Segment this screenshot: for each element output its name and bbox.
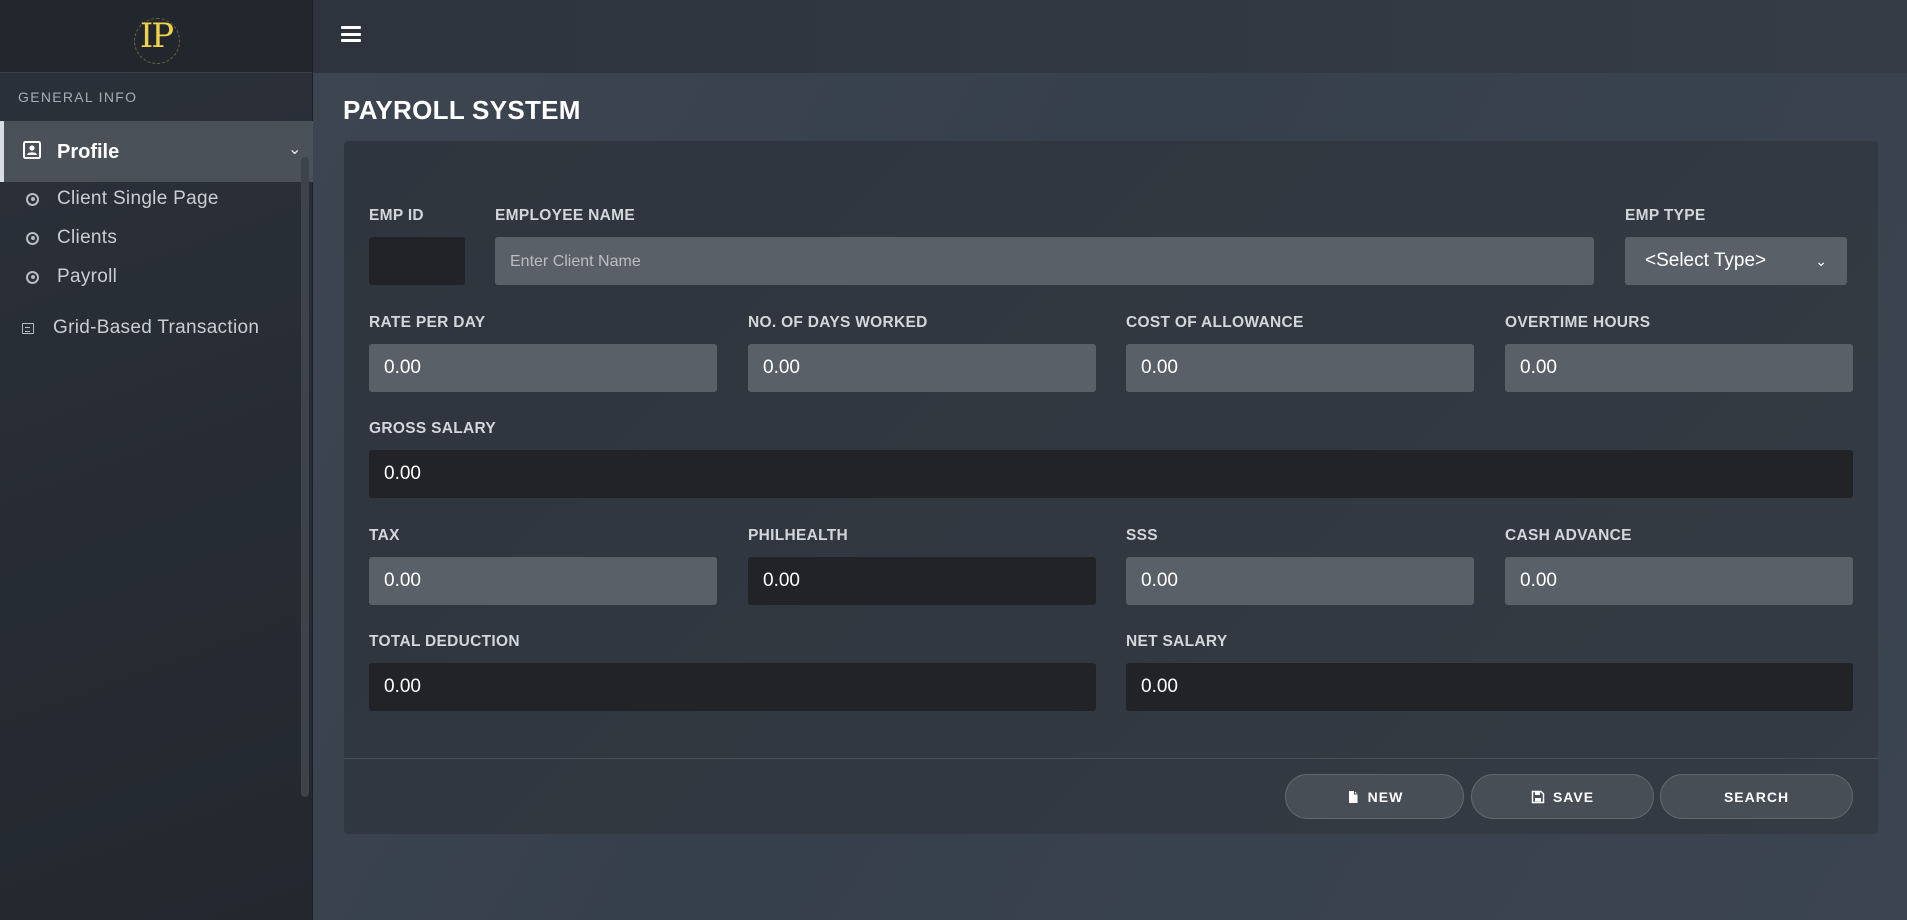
save-button[interactable]: SAVE [1471, 774, 1654, 819]
days-worked-field[interactable] [748, 344, 1096, 392]
cash-advance-field[interactable] [1505, 557, 1853, 605]
philhealth-label: PHILHEALTH [748, 527, 849, 544]
days-worked-label: NO. OF DAYS WORKED [748, 314, 928, 331]
new-button[interactable]: NEW [1285, 774, 1464, 819]
divider [344, 758, 1878, 759]
gross-salary-label: GROSS SALARY [369, 420, 497, 437]
employee-name-field[interactable] [495, 237, 1594, 285]
sss-field[interactable] [1126, 557, 1474, 605]
section-title: GENERAL INFO [18, 89, 138, 105]
total-deduction-label: TOTAL DEDUCTION [369, 633, 520, 650]
logo[interactable]: IP [133, 16, 181, 64]
employee-name-label: EMPLOYEE NAME [495, 207, 635, 224]
cost-of-allowance-field[interactable] [1126, 344, 1474, 392]
tax-field[interactable] [369, 557, 717, 605]
radio-dot-icon [26, 270, 39, 284]
radio-dot-icon [26, 192, 39, 206]
grid-icon [22, 323, 34, 334]
profile-card-icon [23, 141, 41, 159]
sidebar-item-label: Profile [57, 141, 120, 163]
net-salary-label: NET SALARY [1126, 633, 1228, 650]
floppy-disk-icon [1531, 790, 1545, 803]
hamburger-icon[interactable] [341, 26, 361, 42]
search-button[interactable]: SEARCH [1660, 774, 1853, 819]
chevron-down-icon: ⌄ [1815, 252, 1827, 269]
sidebar-item-label: Clients [57, 227, 118, 248]
sss-label: SSS [1126, 527, 1158, 544]
emp-id-field[interactable] [369, 237, 465, 285]
sidebar-item-payroll[interactable]: Payroll [0, 258, 300, 296]
emp-type-label: EMP TYPE [1625, 207, 1706, 224]
search-button-label: SEARCH [1723, 788, 1790, 805]
brand: IP [0, 0, 312, 73]
payroll-form-card: EMP ID EMPLOYEE NAME EMP TYPE <Select Ty… [344, 141, 1878, 834]
cash-advance-label: CASH ADVANCE [1505, 527, 1632, 544]
sidebar-item-profile[interactable]: Profile ⌄ [0, 121, 313, 182]
overtime-hours-field[interactable] [1505, 344, 1853, 392]
tax-label: TAX [369, 527, 400, 544]
page-title: PAYROLL SYSTEM [343, 95, 581, 125]
chevron-down-icon[interactable]: ⌄ [288, 139, 301, 159]
sidebar-item-client-single-page[interactable]: Client Single Page [0, 180, 300, 218]
gross-salary-field[interactable] [369, 450, 1853, 498]
file-icon [1348, 790, 1358, 803]
radio-dot-icon [26, 231, 39, 245]
sidebar: IP GENERAL INFO Profile ⌄ Client Single … [0, 0, 313, 920]
sidebar-item-grid-based-transaction[interactable]: Grid-Based Transaction [0, 310, 300, 348]
overtime-hours-label: OVERTIME HOURS [1505, 314, 1651, 331]
total-deduction-field[interactable] [369, 663, 1096, 711]
sidebar-item-label: Client Single Page [57, 188, 219, 209]
sidebar-item-label: Grid-Based Transaction [53, 317, 260, 338]
philhealth-field[interactable] [748, 557, 1096, 605]
emp-type-select[interactable]: <Select Type> ⌄ [1625, 237, 1847, 285]
sidebar-item-clients[interactable]: Clients [0, 219, 300, 257]
emp-id-label: EMP ID [369, 207, 424, 224]
sidebar-item-label: Payroll [57, 266, 118, 287]
topbar [313, 0, 1907, 73]
sidebar-scrollbar[interactable] [301, 157, 309, 797]
main-content: PAYROLL SYSTEM EMP ID EMPLOYEE NAME EMP … [313, 73, 1907, 920]
new-button-label: NEW [1367, 788, 1404, 805]
cost-of-allowance-label: COST OF ALLOWANCE [1126, 314, 1304, 331]
rate-per-day-label: RATE PER DAY [369, 314, 486, 331]
net-salary-field[interactable] [1126, 663, 1853, 711]
rate-per-day-field[interactable] [369, 344, 717, 392]
save-button-label: SAVE [1552, 788, 1595, 805]
emp-type-value: <Select Type> [1645, 250, 1767, 271]
